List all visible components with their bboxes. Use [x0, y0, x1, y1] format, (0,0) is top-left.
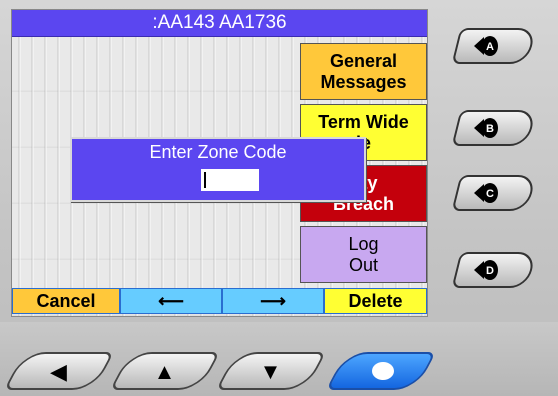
left-arrow-button[interactable]: ⟵ [120, 288, 222, 314]
soft-key-bar: Cancel ⟵ ⟶ Delete [12, 288, 427, 314]
title-bar: :AA143 AA1736 [12, 10, 427, 37]
side-key-b[interactable]: B [451, 110, 537, 146]
circle-D-icon: D [474, 260, 498, 280]
svg-text:A: A [486, 41, 494, 53]
menu-item-label: Log Out [348, 233, 379, 275]
dialog-title: Enter Zone Code [149, 142, 287, 162]
zone-code-dialog: Enter Zone Code [70, 137, 366, 202]
svg-text:D: D [486, 265, 494, 277]
text-cursor [204, 172, 206, 188]
select-dot-icon [372, 362, 394, 380]
svg-text:B: B [486, 123, 494, 135]
left-triangle-icon: ◀ [49, 359, 67, 384]
circle-B-icon: B [474, 118, 498, 138]
side-key-d[interactable]: D [451, 252, 537, 288]
menu-log-out-button[interactable]: Log Out [300, 226, 427, 283]
circle-A-icon: A [474, 36, 498, 56]
up-triangle-icon: ▲ [153, 359, 176, 384]
svg-text:C: C [486, 188, 494, 200]
delete-button[interactable]: Delete [324, 288, 427, 314]
circle-C-icon: C [474, 183, 498, 203]
down-triangle-icon: ▼ [259, 359, 282, 384]
side-key-c[interactable]: C [451, 175, 537, 211]
right-arrow-button[interactable]: ⟶ [222, 288, 324, 314]
zone-code-input[interactable] [201, 169, 259, 191]
menu-item-label: General Messages [320, 50, 407, 92]
side-key-a[interactable]: A [451, 28, 537, 64]
screen: :AA143 AA1736 General Messages Term Wide… [11, 9, 428, 317]
cancel-button[interactable]: Cancel [12, 288, 120, 314]
menu-general-messages-button[interactable]: General Messages [300, 43, 427, 100]
